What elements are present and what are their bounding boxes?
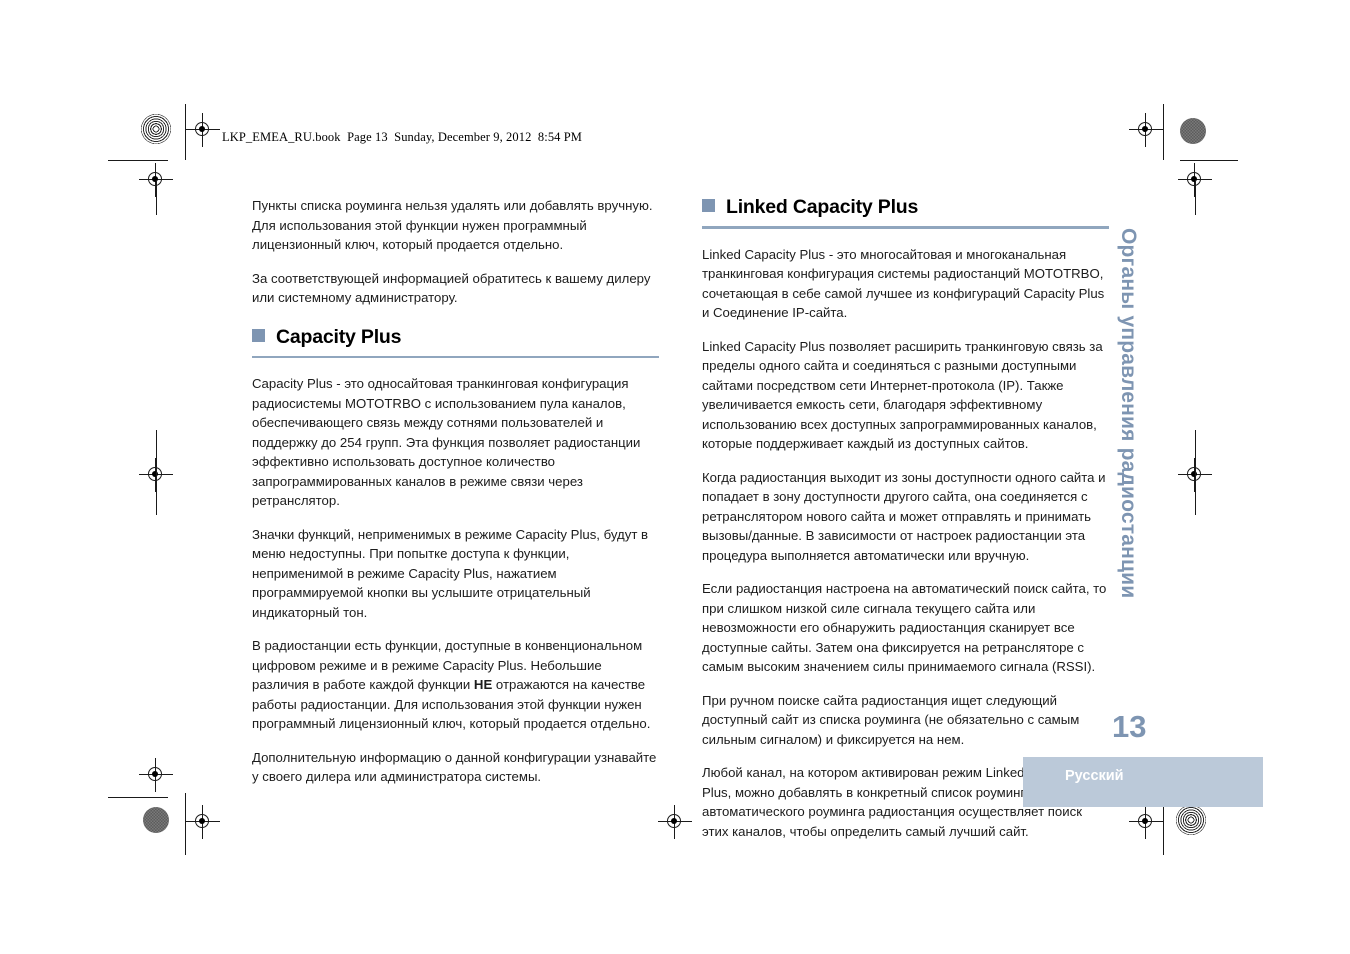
section-rule <box>702 226 1109 229</box>
crop-line-lower-left-horizontal <box>108 797 168 798</box>
crop-line-upper-left-horizontal <box>108 160 168 161</box>
paragraph-roaming-list: Пункты списка роуминга нельзя удалять ил… <box>252 198 653 252</box>
right-column: Linked Capacity Plus Linked Capacity Plu… <box>702 196 1109 841</box>
crop-line-top-left-vertical <box>185 104 186 160</box>
language-label: Русский <box>1065 768 1124 784</box>
registration-mark-bottom-center <box>658 805 692 839</box>
paragraph-lcp-extends-trunking: Linked Capacity Plus позволяет расширить… <box>702 338 1103 452</box>
halftone-circle-bottom-right <box>1176 805 1206 835</box>
section-title-linked-capacity-plus: Linked Capacity Plus <box>726 196 919 218</box>
crop-line-upper-right-horizontal <box>1180 160 1238 161</box>
halftone-circle-top-left <box>141 114 171 144</box>
section-rule <box>252 355 659 358</box>
registration-mark-top-left <box>186 113 220 147</box>
paragraph-capacity-plus-icons: Значки функций, неприменимых в режиме Ca… <box>252 526 649 620</box>
paragraph-capacity-plus-differences: В радиостанции есть функции, доступные в… <box>252 636 659 734</box>
paragraph-lcp-automatic-search: Если радиостанция настроена на автоматич… <box>702 581 1107 674</box>
page-number: 13 <box>1112 709 1147 744</box>
paragraph-lcp-overview: Linked Capacity Plus - это многосайтовая… <box>702 246 1105 321</box>
language-band <box>1023 757 1263 807</box>
left-column: Пункты списка роуминга нельзя удалять ил… <box>252 196 659 787</box>
paragraph-lcp-site-transition: Когда радиостанция выходит из зоны досту… <box>702 469 1106 563</box>
crop-line-top-right-vertical <box>1163 104 1164 160</box>
section-heading-capacity-plus: Capacity Plus <box>252 325 659 358</box>
crop-line-bottom-left-vertical <box>185 793 186 855</box>
registration-mark-bottom-left <box>186 805 220 839</box>
registration-mark-lower-left <box>139 758 173 792</box>
registration-mark-top-right <box>1129 113 1163 147</box>
paragraph-capacity-plus-more-info: Дополнительную информацию о данной конфи… <box>252 749 657 785</box>
dot-circle-top-right <box>1180 118 1206 144</box>
section-bullet-icon <box>252 328 265 342</box>
section-title-capacity-plus: Capacity Plus <box>276 325 402 348</box>
crop-line-middle-right-vertical <box>1195 430 1196 515</box>
crop-line-right-vertical <box>1195 180 1196 215</box>
paragraph-capacity-plus-overview: Capacity Plus - это односайтовая транкин… <box>252 376 641 508</box>
emphasis-not: НЕ <box>473 677 493 692</box>
crop-line-left-vertical <box>156 180 157 215</box>
dot-circle-bottom-left <box>143 807 169 833</box>
side-tab-chapter-title: Органы управления радиостанции <box>1117 228 1140 599</box>
paragraph-lcp-manual-search: При ручном поиске сайта радиостанция ище… <box>702 692 1080 747</box>
registration-mark-bottom-right <box>1129 805 1163 839</box>
section-heading-linked-capacity-plus: Linked Capacity Plus <box>702 196 1109 229</box>
book-file-header: LKP_EMEA_RU.book Page 13 Sunday, Decembe… <box>222 130 583 144</box>
paragraph-contact-dealer: За соответствующей информацией обратитес… <box>252 270 651 306</box>
section-bullet-icon <box>702 199 715 212</box>
crop-line-middle-left-vertical <box>156 430 157 515</box>
